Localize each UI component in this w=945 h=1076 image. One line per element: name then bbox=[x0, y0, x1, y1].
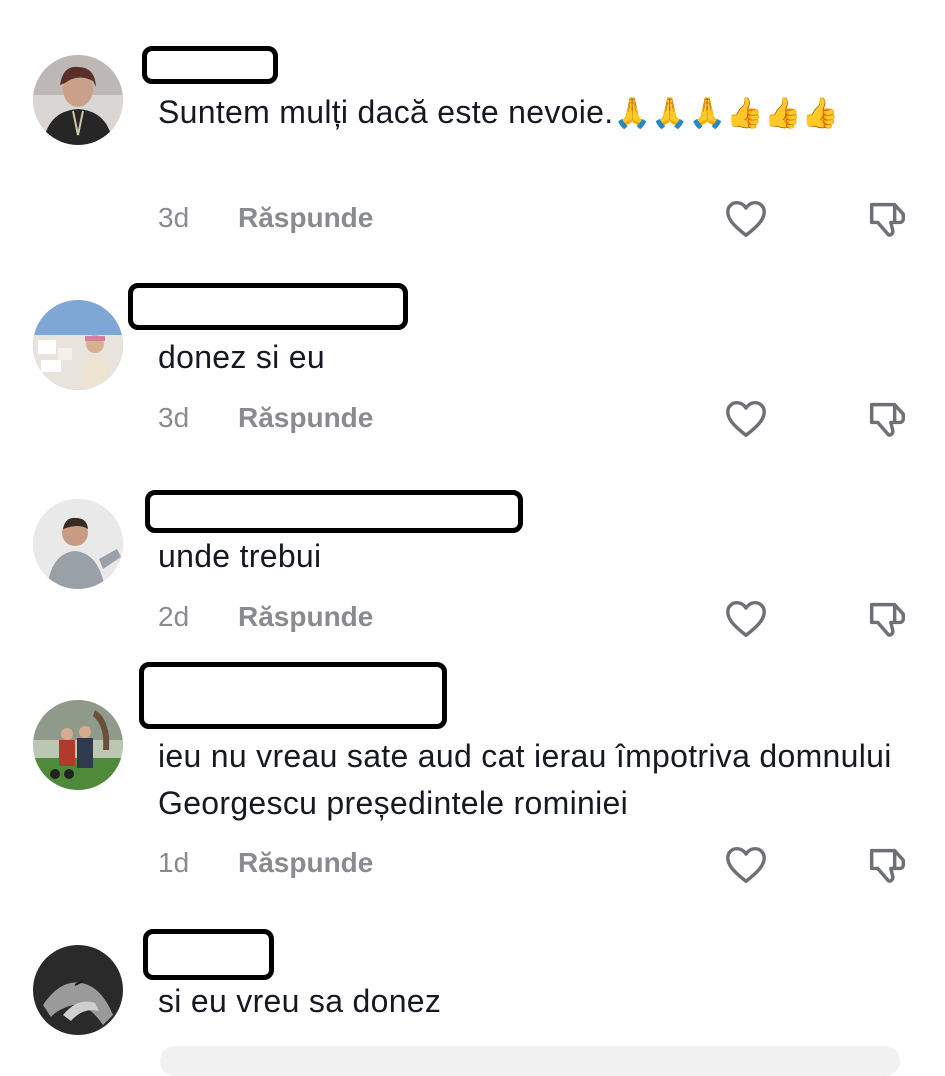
comment-time: 2d bbox=[158, 601, 190, 632]
reply-button[interactable]: Răspunde bbox=[238, 402, 373, 433]
comment-meta: 1d Răspunde bbox=[158, 847, 373, 879]
comment-meta: 2d Răspunde bbox=[158, 601, 373, 633]
comment-text: Suntem mulți dacă este nevoie.🙏🙏🙏👍👍👍 bbox=[158, 94, 840, 131]
comment-emoji: 🙏🙏🙏👍👍👍 bbox=[613, 96, 840, 131]
avatar[interactable] bbox=[33, 700, 123, 790]
redacted-username bbox=[128, 283, 408, 330]
comment-input-bar[interactable] bbox=[160, 1046, 900, 1076]
comment-meta: 3d Răspunde bbox=[158, 202, 373, 234]
thumbs-down-icon[interactable] bbox=[864, 196, 910, 242]
redacted-username bbox=[139, 662, 447, 729]
reply-button[interactable]: Răspunde bbox=[238, 601, 373, 632]
avatar[interactable] bbox=[33, 945, 123, 1035]
redacted-username bbox=[142, 46, 278, 84]
comment-text: ieu nu vreau sate aud cat ierau împotriv… bbox=[158, 738, 892, 821]
comment-time: 3d bbox=[158, 402, 190, 433]
comment-text: donez si eu bbox=[158, 339, 325, 375]
comment-text: si eu vreu sa donez bbox=[158, 983, 442, 1019]
avatar[interactable] bbox=[33, 300, 123, 390]
thumbs-down-icon[interactable] bbox=[864, 596, 910, 642]
heart-icon[interactable] bbox=[723, 196, 769, 242]
thumbs-down-icon[interactable] bbox=[864, 842, 910, 888]
heart-icon[interactable] bbox=[723, 842, 769, 888]
redacted-username bbox=[145, 490, 523, 533]
heart-icon[interactable] bbox=[723, 396, 769, 442]
redacted-username bbox=[143, 929, 274, 980]
comment-time: 3d bbox=[158, 202, 190, 233]
avatar[interactable] bbox=[33, 55, 123, 145]
avatar[interactable] bbox=[33, 499, 123, 589]
comment-text: unde trebui bbox=[158, 538, 322, 574]
reply-button[interactable]: Răspunde bbox=[238, 202, 373, 233]
heart-icon[interactable] bbox=[723, 596, 769, 642]
comment-time: 1d bbox=[158, 847, 190, 878]
comment-meta: 3d Răspunde bbox=[158, 402, 373, 434]
reply-button[interactable]: Răspunde bbox=[238, 847, 373, 878]
thumbs-down-icon[interactable] bbox=[864, 396, 910, 442]
